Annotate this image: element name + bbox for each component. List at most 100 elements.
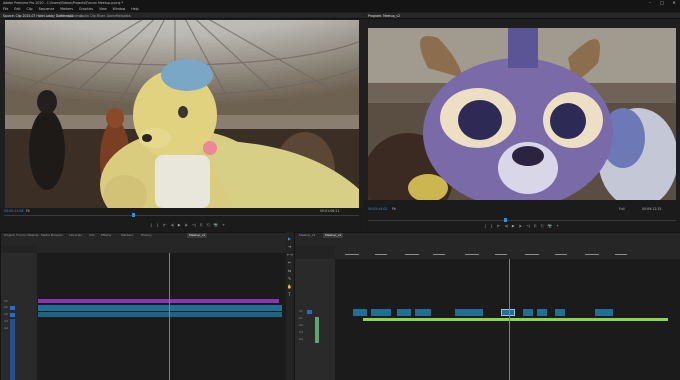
prog-mark-in-button[interactable]: { [484,224,486,228]
prog-mark-out-button[interactable]: } [490,224,492,228]
tab-effects[interactable]: Effects [101,233,111,238]
v-clip-9[interactable] [555,309,565,316]
a2-source-patch-toggle[interactable] [10,313,15,317]
left-panel-tabs: Project: Furcon Meetup Media Browser Lib… [1,233,287,245]
go-to-in-button[interactable]: |← [163,223,167,227]
source-zoom-select[interactable]: Fit [26,209,30,213]
prog-extract-button[interactable]: ⎗ [541,224,544,228]
v-clip-10[interactable] [595,309,613,316]
program-video-frame[interactable] [368,28,676,200]
v-clip-3[interactable] [397,309,411,316]
tab-history[interactable]: History [141,233,152,238]
track-v1-label: V1 [4,299,8,303]
track-select-tool-icon[interactable]: ⇥ [287,244,292,249]
program-quality-select[interactable]: Full [619,207,624,211]
ripple-edit-tool-icon[interactable]: ⟷ [287,252,293,257]
marker-8 [555,254,567,255]
menu-sequence[interactable]: Sequence [39,6,55,12]
music-audio-clip[interactable] [363,318,668,321]
go-to-out-button[interactable]: →| [192,223,196,227]
tab-media-browser[interactable]: Media Browser [41,233,63,238]
source-monitor-tabs: Source: Clip 2015-07 Hotel Lobby Dome.mp… [0,13,363,19]
program-playhead[interactable] [504,218,507,222]
tab-metadata[interactable]: Metadata [116,13,131,19]
prog-export-frame-icon[interactable]: 📷 [548,224,552,228]
add-button[interactable]: + [222,223,225,227]
left-timeline-playhead[interactable] [169,253,170,380]
prog-add-button[interactable]: + [556,224,559,228]
tools-panel: ▶ ⇥ ⟷ ✂ ⇆ ✎ ✋ T [286,232,294,380]
v-clip-1[interactable] [353,309,367,316]
v-clip-8[interactable] [537,309,547,316]
tab-seq-meetup-v2[interactable]: Meetup_v2 [323,233,344,238]
type-tool-icon[interactable]: T [287,292,292,297]
menu-graphics[interactable]: Graphics [79,6,93,12]
source-video-frame[interactable] [5,20,359,208]
lower-audio-patch-strip[interactable] [10,319,15,380]
source-controls: 00:00:12:08 Fit 00:01:06:21 { } |← ◂| ▶ … [0,208,363,232]
track-a2-label: A2 [4,312,8,316]
v-clip-5[interactable] [455,309,483,316]
overwrite-button[interactable]: ⎗ [207,223,210,227]
menu-clip[interactable]: Clip [27,6,33,12]
tab-program[interactable]: Program: Meetup_v2 [368,13,400,19]
tab-project[interactable]: Project: Furcon Meetup [4,233,38,238]
menu-window[interactable]: Window [113,6,126,12]
v-clip-7[interactable] [523,309,533,316]
tab-markers[interactable]: Markers [121,233,133,238]
menu-help[interactable]: Help [131,6,138,12]
tab-sequence-meetup-v1[interactable]: Meetup_v1 [187,233,208,238]
left-timeline-tracks[interactable] [37,253,287,380]
menu-markers[interactable]: Markers [60,6,73,12]
source-playhead[interactable] [132,213,135,217]
source-scrub-bar[interactable] [4,215,359,216]
v-clip-2[interactable] [371,309,391,316]
prog-lift-button[interactable]: ⎘ [534,224,537,228]
tab-libraries[interactable]: Libraries [69,233,82,238]
source-transport: { } |← ◂| ▶ |▸ →| ⎘ ⎗ 📷 + [150,223,225,227]
left-timeline-panel: Project: Furcon Meetup Media Browser Lib… [0,232,287,380]
mark-in-button[interactable]: { [150,223,152,227]
video-clip-v1[interactable] [38,299,279,303]
right-timeline-playhead[interactable] [509,259,510,380]
program-zoom-select[interactable]: Fit [392,207,396,211]
right-timeline-ruler[interactable] [335,245,680,259]
selection-tool-icon[interactable]: ▶ [287,236,292,241]
tab-audio-clip-mixer[interactable]: Audio Clip Mixer: Dome [80,13,116,19]
program-scrub-bar[interactable] [368,220,676,221]
audio-clip-a1[interactable] [38,305,282,311]
export-frame-icon[interactable]: 📷 [214,223,218,227]
razor-tool-icon[interactable]: ✂ [287,260,292,265]
audio-solo-toggles[interactable] [315,317,319,343]
premiere-window: Adobe Premiere Pro 2020 - C:\Users\Video… [0,0,680,380]
tab-seq-meetup-v1[interactable]: Meetup_v1 [299,233,315,238]
a1-source-patch-toggle[interactable] [10,306,15,310]
hand-tool-icon[interactable]: ✋ [287,284,292,289]
prog-go-to-in-button[interactable]: |← [497,224,501,228]
r-v1-patch-toggle[interactable] [307,310,312,314]
marker-4 [433,254,445,255]
step-forward-button[interactable]: |▸ [185,223,188,227]
menu-view[interactable]: View [99,6,107,12]
prog-play-button[interactable]: ▶ [512,224,515,228]
mark-out-button[interactable]: } [156,223,158,227]
left-timeline-ruler[interactable] [37,245,287,253]
step-back-button[interactable]: ◂| [171,223,174,227]
pen-tool-icon[interactable]: ✎ [287,276,292,281]
insert-button[interactable]: ⎘ [200,223,203,227]
prog-go-to-out-button[interactable]: →| [526,224,530,228]
source-timecode[interactable]: 00:00:12:08 [4,209,23,213]
v-clip-6-selected[interactable] [501,309,515,316]
prog-step-forward-button[interactable]: |▸ [519,224,522,228]
slip-tool-icon[interactable]: ⇆ [287,268,292,273]
play-button[interactable]: ▶ [178,223,181,227]
audio-clip-a2[interactable] [38,312,282,317]
program-timecode[interactable]: 00:03:44:02 [368,207,387,211]
v-clip-4[interactable] [415,309,431,316]
menu-edit[interactable]: Edit [14,6,20,12]
r-track-a3-label: A3 [299,330,303,334]
right-timeline-tracks[interactable] [335,259,680,380]
tab-info[interactable]: Info [89,233,95,238]
prog-step-back-button[interactable]: ◂| [505,224,508,228]
menu-file[interactable]: File [3,6,8,12]
